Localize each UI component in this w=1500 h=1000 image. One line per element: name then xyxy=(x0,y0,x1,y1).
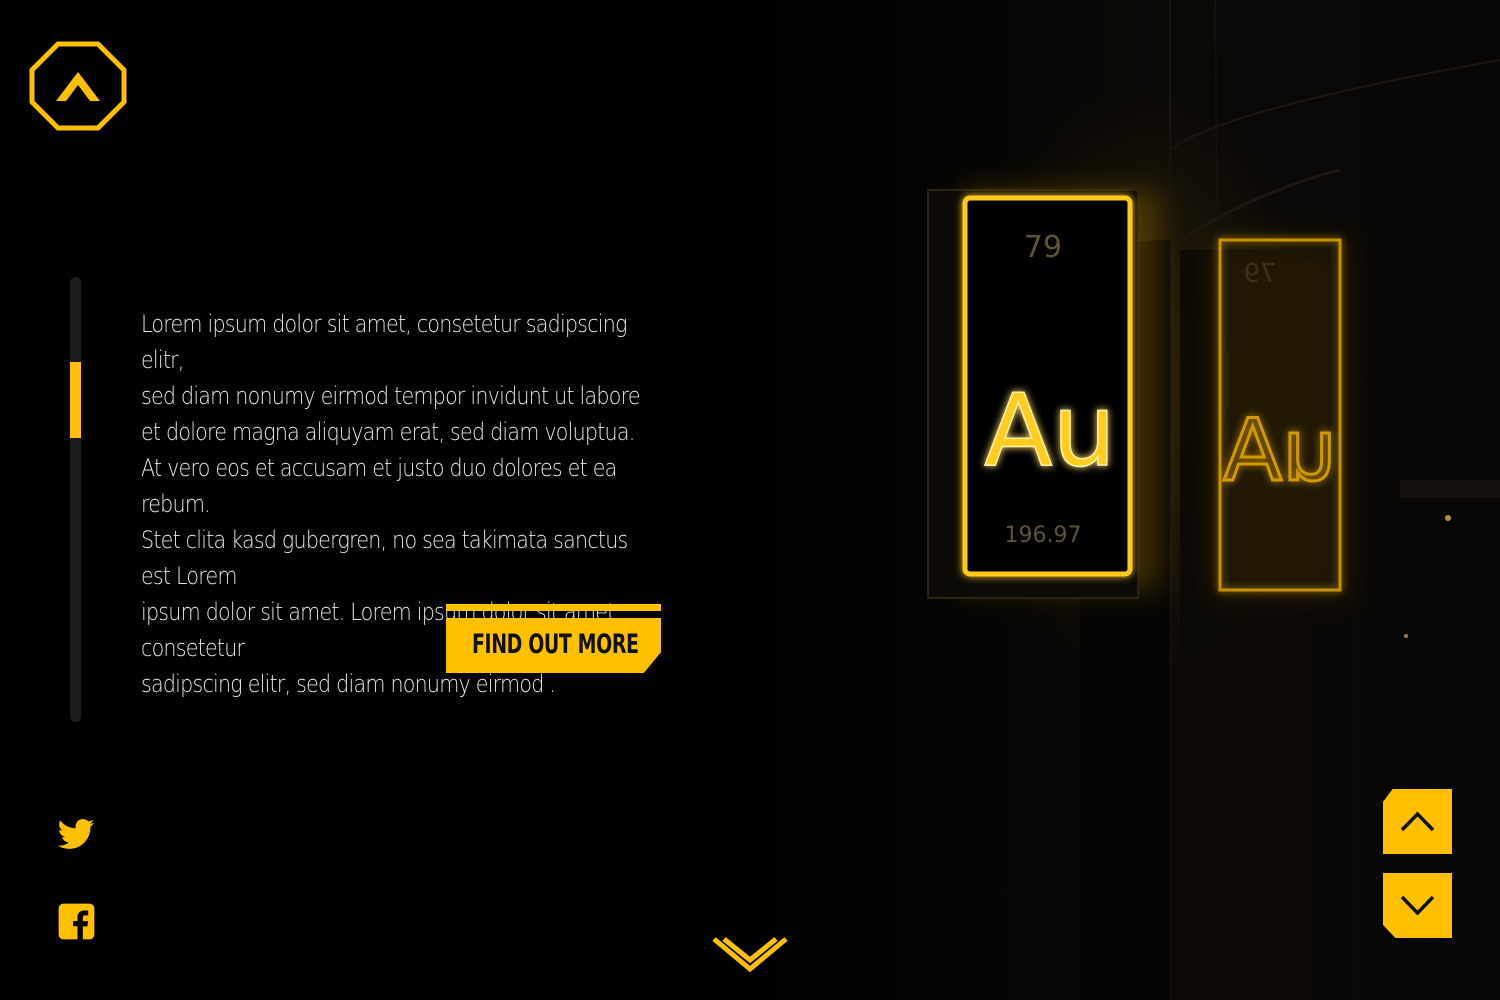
twitter-link[interactable] xyxy=(56,815,96,855)
twitter-icon xyxy=(57,819,95,849)
previous-section-button[interactable] xyxy=(1383,789,1452,854)
page: 79 Au 196.97 uA 79 Lorem ipsum dolor sit… xyxy=(0,0,1500,1000)
facebook-icon xyxy=(58,903,95,940)
double-chevron-down-icon xyxy=(712,937,788,973)
hexagon-chevron-logo-icon xyxy=(29,41,127,131)
reflection-number: 79 xyxy=(1243,259,1276,289)
next-section-button[interactable] xyxy=(1383,873,1452,938)
chevron-down-icon xyxy=(1400,895,1435,916)
scroll-progress-track[interactable] xyxy=(70,277,81,722)
cta-label: FIND OUT MORE xyxy=(472,629,639,660)
cta-accent-bar xyxy=(446,604,661,611)
scroll-down-button[interactable] xyxy=(710,936,790,976)
sign-symbol: Au xyxy=(984,372,1116,489)
chevron-up-icon xyxy=(1400,811,1435,832)
neon-sign-illustration: 79 Au 196.97 uA 79 xyxy=(927,0,1500,1000)
reflection-symbol: uA xyxy=(1223,401,1337,501)
find-out-more-button[interactable]: FIND OUT MORE xyxy=(446,604,661,673)
sign-number: 79 xyxy=(1024,230,1062,265)
logo[interactable] xyxy=(28,40,128,132)
facebook-link[interactable] xyxy=(57,902,97,942)
scroll-progress-thumb[interactable] xyxy=(70,362,81,438)
hero-image: 79 Au 196.97 uA 79 xyxy=(700,0,1500,1000)
sign-mass: 196.97 xyxy=(1005,523,1082,548)
